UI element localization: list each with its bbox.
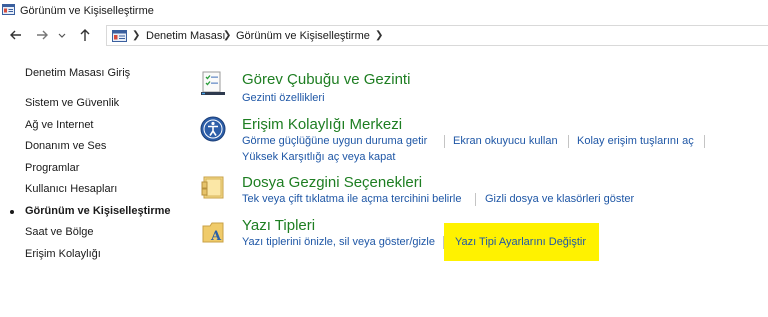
sidebar-item-hardware[interactable]: Donanım ve Ses: [25, 140, 106, 152]
control-panel-icon: [2, 4, 15, 15]
fonts-icon: A: [200, 218, 226, 244]
link-change-font-settings[interactable]: Yazı Tipi Ayarlarını Değiştir: [455, 236, 586, 248]
link-show-hidden-files[interactable]: Gizli dosya ve klasörleri göster: [485, 193, 634, 205]
breadcrumb-item[interactable]: Görünüm ve Kişiselleştirme: [236, 30, 370, 42]
folder-options-icon: [200, 174, 226, 200]
chevron-down-icon[interactable]: [56, 26, 68, 44]
link-screen-reader[interactable]: Ekran okuyucu kullan: [453, 135, 558, 147]
sidebar-item-system-security[interactable]: Sistem ve Güvenlik: [25, 97, 119, 109]
link-separator: [704, 135, 705, 148]
breadcrumb-separator-icon[interactable]: ❯: [375, 30, 383, 41]
category-title-fonts[interactable]: Yazı Tipleri: [242, 217, 315, 234]
breadcrumb-item[interactable]: Denetim Masası: [146, 30, 225, 42]
up-arrow-icon[interactable]: [76, 26, 94, 44]
forward-arrow-icon[interactable]: [33, 26, 51, 44]
title-bar: Görünüm ve Kişiselleştirme: [0, 0, 768, 22]
link-optimize-visual[interactable]: Görme güçlüğüne uygun duruma getir: [242, 135, 427, 147]
address-bar[interactable]: ❯ Denetim Masası ❯ Görünüm ve Kişiselleş…: [106, 25, 768, 46]
link-click-preference[interactable]: Tek veya çift tıklatma ile açma tercihin…: [242, 193, 461, 205]
sidebar-item-user-accounts[interactable]: Kullanıcı Hesapları: [25, 183, 117, 195]
sidebar-item-ease-of-access[interactable]: Erişim Kolaylığı: [25, 248, 101, 260]
breadcrumb-separator-icon[interactable]: ❯: [223, 30, 231, 41]
control-panel-icon: [112, 30, 127, 42]
taskbar-icon: [200, 70, 226, 96]
link-sticky-keys[interactable]: Kolay erişim tuşlarını aç: [577, 135, 694, 147]
sidebar-item-home[interactable]: Denetim Masası Giriş: [25, 67, 130, 79]
breadcrumb-separator-icon[interactable]: ❯: [132, 30, 140, 41]
navigation-bar: ❯ Denetim Masası ❯ Görünüm ve Kişiselleş…: [0, 24, 768, 48]
link-separator: [443, 236, 444, 249]
svg-text:A: A: [210, 229, 222, 244]
category-title-ease-of-access[interactable]: Erişim Kolaylığı Merkezi: [242, 116, 402, 133]
link-high-contrast[interactable]: Yüksek Karşıtlığı aç veya kapat: [242, 151, 395, 163]
link-separator: [568, 135, 569, 148]
active-bullet-icon: [10, 210, 14, 214]
link-separator: [475, 193, 476, 206]
window-title: Görünüm ve Kişiselleştirme: [20, 5, 154, 17]
sidebar-item-appearance[interactable]: Görünüm ve Kişiselleştirme: [25, 205, 171, 217]
link-preview-fonts[interactable]: Yazı tiplerini önizle, sil veya göster/g…: [242, 236, 435, 248]
category-title-file-explorer[interactable]: Dosya Gezgini Seçenekleri: [242, 174, 422, 191]
link-separator: [444, 135, 445, 148]
sidebar-item-network[interactable]: Ağ ve Internet: [25, 119, 94, 131]
back-arrow-icon[interactable]: [7, 26, 25, 44]
category-title-taskbar[interactable]: Görev Çubuğu ve Gezinti: [242, 71, 410, 88]
sidebar-item-programs[interactable]: Programlar: [25, 162, 79, 174]
sidebar-item-clock-region[interactable]: Saat ve Bölge: [25, 226, 94, 238]
ease-of-access-icon: [200, 116, 226, 142]
link-navigation-properties[interactable]: Gezinti özellikleri: [242, 92, 325, 104]
